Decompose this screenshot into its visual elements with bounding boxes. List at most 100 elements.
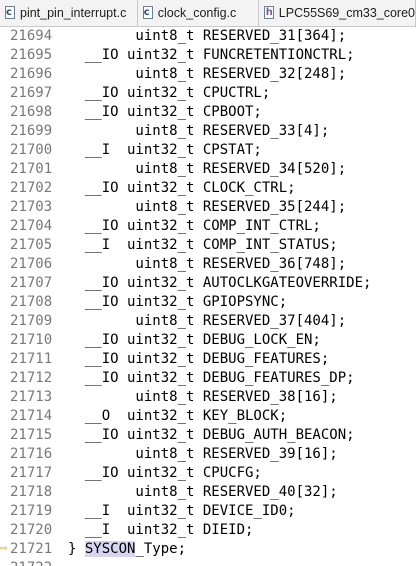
code-line[interactable]: 21701 uint8_t RESERVED_34[520]; [0,160,416,179]
code-editor[interactable]: 21694 uint8_t RESERVED_31[364]; 21695 __I… [0,27,416,566]
selected-identifier[interactable]: SYSCON [84,541,136,557]
tab-pint-pin-interrupt[interactable]: c pint_pin_interrupt.c [0,0,138,26]
line-number: 21715 [10,427,53,443]
line-number: 21717 [10,465,53,481]
tab-lpc55s69-header[interactable]: h LPC55S69_cm33_core0 [259,0,416,26]
code-line[interactable]: 21705 __I uint32_t COMP_INT_STATUS; [0,236,416,255]
code-line[interactable]: 21710 __IO uint32_t DEBUG_LOCK_EN; [0,331,416,350]
editor-tab-bar: c pint_pin_interrupt.c c clock_config.c … [0,0,416,27]
code-line[interactable]: 21722 [0,559,416,566]
code-text: uint8_t RESERVED_33[4]; [68,123,330,139]
line-number: 21695 [10,47,53,63]
line-number: 21697 [10,85,53,101]
line-number: 21696 [10,66,53,82]
c-file-icon: c [4,6,16,20]
line-number: 21719 [10,503,53,519]
code-line[interactable]: 21709 uint8_t RESERVED_37[404]; [0,312,416,331]
line-number: 21703 [10,199,53,215]
code-line[interactable]: 21707 __IO uint32_t AUTOCLKGATEOVERRIDE; [0,274,416,293]
code-text: __I uint32_t DEVICE_ID0; [68,503,296,519]
tab-label: pint_pin_interrupt.c [20,6,127,20]
code-text: __IO uint32_t FUNCRETENTIONCTRL; [68,47,355,63]
line-number: 21711 [10,351,53,367]
code-line[interactable]: 21697 __IO uint32_t CPUCTRL; [0,84,416,103]
code-line[interactable]: 21704 __IO uint32_t COMP_INT_CTRL; [0,217,416,236]
code-text-prefix: } [68,541,85,557]
line-number: 21721 [10,541,53,557]
code-text: __I uint32_t DIEID; [68,522,254,538]
line-number: 21699 [10,123,53,139]
code-text: __IO uint32_t COMP_INT_CTRL; [68,218,321,234]
line-number: 21712 [10,370,53,386]
current-line-marker-icon: ⇨ [0,544,8,554]
code-line[interactable]: 21719 __I uint32_t DEVICE_ID0; [0,502,416,521]
line-number: 21700 [10,142,53,158]
code-text: __IO uint32_t CLOCK_CTRL; [68,180,296,196]
tab-clock-config[interactable]: c clock_config.c [138,0,259,26]
tab-label: clock_config.c [157,6,237,20]
code-text: __IO uint32_t CPBOOT; [68,104,262,120]
code-text: __IO uint32_t DEBUG_FEATURES_DP; [68,370,355,386]
code-text: __O uint32_t KEY_BLOCK; [68,408,288,424]
code-text: __IO uint32_t AUTOCLKGATEOVERRIDE; [68,275,372,291]
code-text: uint8_t RESERVED_31[364]; [68,28,347,44]
line-number: 21720 [10,522,53,538]
code-text: __IO uint32_t DEBUG_AUTH_BEACON; [68,427,355,443]
line-number: 21706 [10,256,53,272]
code-text: uint8_t RESERVED_40[32]; [68,484,338,500]
line-number: 21698 [10,104,53,120]
code-text: uint8_t RESERVED_39[16]; [68,446,338,462]
code-text: uint8_t RESERVED_37[404]; [68,313,347,329]
code-text: uint8_t RESERVED_35[244]; [68,199,347,215]
line-number: 21708 [10,294,53,310]
code-line[interactable]: 21716 uint8_t RESERVED_39[16]; [0,445,416,464]
code-line[interactable]: 21717 __IO uint32_t CPUCFG; [0,464,416,483]
code-text: uint8_t RESERVED_32[248]; [68,66,347,82]
code-line[interactable]: 21715 __IO uint32_t DEBUG_AUTH_BEACON; [0,426,416,445]
line-number: 21705 [10,237,53,253]
line-number: 21707 [10,275,53,291]
code-line[interactable]: 21711 __IO uint32_t DEBUG_FEATURES; [0,350,416,369]
code-text: __IO uint32_t DEBUG_FEATURES; [68,351,330,367]
code-line[interactable]: 21703 uint8_t RESERVED_35[244]; [0,198,416,217]
code-line[interactable]: 21708 __IO uint32_t GPIOPSYNC; [0,293,416,312]
code-line[interactable]: 21695 __IO uint32_t FUNCRETENTIONCTRL; [0,46,416,65]
code-text: uint8_t RESERVED_38[16]; [68,389,338,405]
code-line[interactable]: 21721 ⇨} SYSCON_Type; [0,540,416,559]
code-line[interactable]: 21712 __IO uint32_t DEBUG_FEATURES_DP; [0,369,416,388]
code-text: __IO uint32_t GPIOPSYNC; [68,294,288,310]
tab-label: LPC55S69_cm33_core0 [278,6,415,20]
code-line[interactable]: 21714 __O uint32_t KEY_BLOCK; [0,407,416,426]
code-text: __IO uint32_t CPUCFG; [68,465,262,481]
code-line[interactable]: 21706 uint8_t RESERVED_36[748]; [0,255,416,274]
code-text: __I uint32_t CPSTAT; [68,142,262,158]
code-text: __IO uint32_t CPUCTRL; [68,85,271,101]
code-line[interactable]: 21718 uint8_t RESERVED_40[32]; [0,483,416,502]
code-text: uint8_t RESERVED_34[520]; [68,161,347,177]
line-number: 21710 [10,332,53,348]
line-number: 21701 [10,161,53,177]
header-file-icon: h [263,6,274,19]
line-number: 21709 [10,313,53,329]
line-number: 21694 [10,28,53,44]
code-line[interactable]: 21713 uint8_t RESERVED_38[16]; [0,388,416,407]
code-line[interactable]: 21696 uint8_t RESERVED_32[248]; [0,65,416,84]
c-file-icon: c [142,6,154,20]
line-number: 21714 [10,408,53,424]
code-line[interactable]: 21700 __I uint32_t CPSTAT; [0,141,416,160]
line-number: 21722 [10,559,56,566]
code-line[interactable]: 21702 __IO uint32_t CLOCK_CTRL; [0,179,416,198]
code-text-suffix: _Type; [135,541,187,557]
line-number: 21716 [10,446,53,462]
line-number: 21702 [10,180,53,196]
code-text: __IO uint32_t DEBUG_LOCK_EN; [68,332,321,348]
line-number: 21713 [10,389,53,405]
code-line[interactable]: 21720 __I uint32_t DIEID; [0,521,416,540]
code-line[interactable]: 21694 uint8_t RESERVED_31[364]; [0,27,416,46]
line-number: 21704 [10,218,53,234]
code-line[interactable]: 21699 uint8_t RESERVED_33[4]; [0,122,416,141]
code-line[interactable]: 21698 __IO uint32_t CPBOOT; [0,103,416,122]
line-number: 21718 [10,484,53,500]
code-text: } SYSCON_Type; [68,540,186,559]
code-text: uint8_t RESERVED_36[748]; [68,256,347,272]
